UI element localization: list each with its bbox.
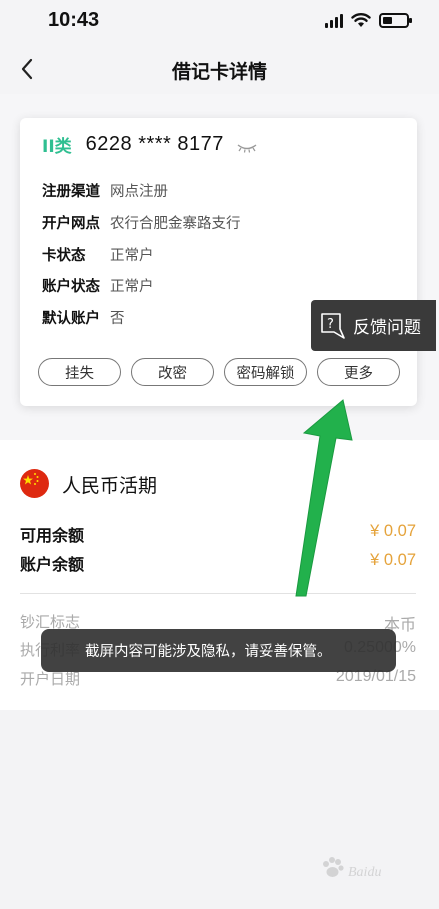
more-button[interactable]: 更多 [317,358,400,386]
balance-value: ¥ 0.07 [370,522,416,540]
unlock-password-button[interactable]: 密码解锁 [224,358,307,386]
info-value: 正常户 [110,248,154,264]
feedback-label: 反馈问题 [353,318,421,338]
card-header: II类 6228 **** 8177 [42,132,258,157]
debit-card-panel: II类 6228 **** 8177 注册渠道 网点注册 开户网点 农行合肥金寨… [20,118,417,406]
feedback-button[interactable]: ? 反馈问题 [311,300,436,351]
divider [20,593,416,594]
battery-icon [379,12,412,28]
feedback-icon: ? [321,312,345,339]
status-bar: 10:43 [0,0,439,44]
info-value: 否 [110,311,125,327]
privacy-toast: 截屏内容可能涉及隐私，请妥善保管。 [41,629,396,672]
info-label: 默认账户 [42,311,100,327]
china-flag-icon [20,469,49,498]
report-loss-button[interactable]: 挂失 [38,358,121,386]
card-type-label: II类 [42,137,72,157]
info-row-card-status: 卡状态 正常户 [42,244,154,265]
wifi-icon [351,13,371,27]
account-balance-row: 账户余额 ¥ 0.07 [20,551,416,575]
balance-label: 账户余额 [20,555,85,574]
info-row-branch: 开户网点 农行合肥金寨路支行 [42,212,241,233]
card-number: 6228 **** 8177 [85,133,224,155]
nav-bar: 借记卡详情 [0,44,439,94]
signal-icon [325,12,343,28]
balance-label: 可用余额 [20,526,85,545]
info-row-account-status: 账户状态 正常户 [42,275,154,296]
info-label: 账户状态 [42,279,100,295]
info-value: 农行合肥金寨路支行 [110,216,241,232]
card-action-buttons: 挂失 改密 密码解锁 更多 [38,358,400,386]
info-value: 正常户 [110,279,154,295]
status-time: 10:43 [48,9,100,31]
info-label: 卡状态 [42,248,86,264]
change-password-button[interactable]: 改密 [131,358,214,386]
balance-value: ¥ 0.07 [370,551,416,569]
info-value: 网点注册 [110,184,168,200]
info-label: 开户网点 [42,216,100,232]
info-label: 注册渠道 [42,184,100,200]
watermark-text: Baidu [348,865,382,880]
watermark-logo: Baidu [320,855,420,895]
info-row-channel: 注册渠道 网点注册 [42,180,168,201]
status-icons [325,12,412,28]
page-title: 借记卡详情 [171,61,267,83]
paw-icon [323,857,344,877]
svg-text:?: ? [327,317,334,332]
info-row-default-account: 默认账户 否 [42,307,125,328]
eye-closed-icon[interactable] [236,143,258,153]
available-balance-row: 可用余额 ¥ 0.07 [20,522,416,546]
account-title: 人民币活期 [62,475,158,497]
